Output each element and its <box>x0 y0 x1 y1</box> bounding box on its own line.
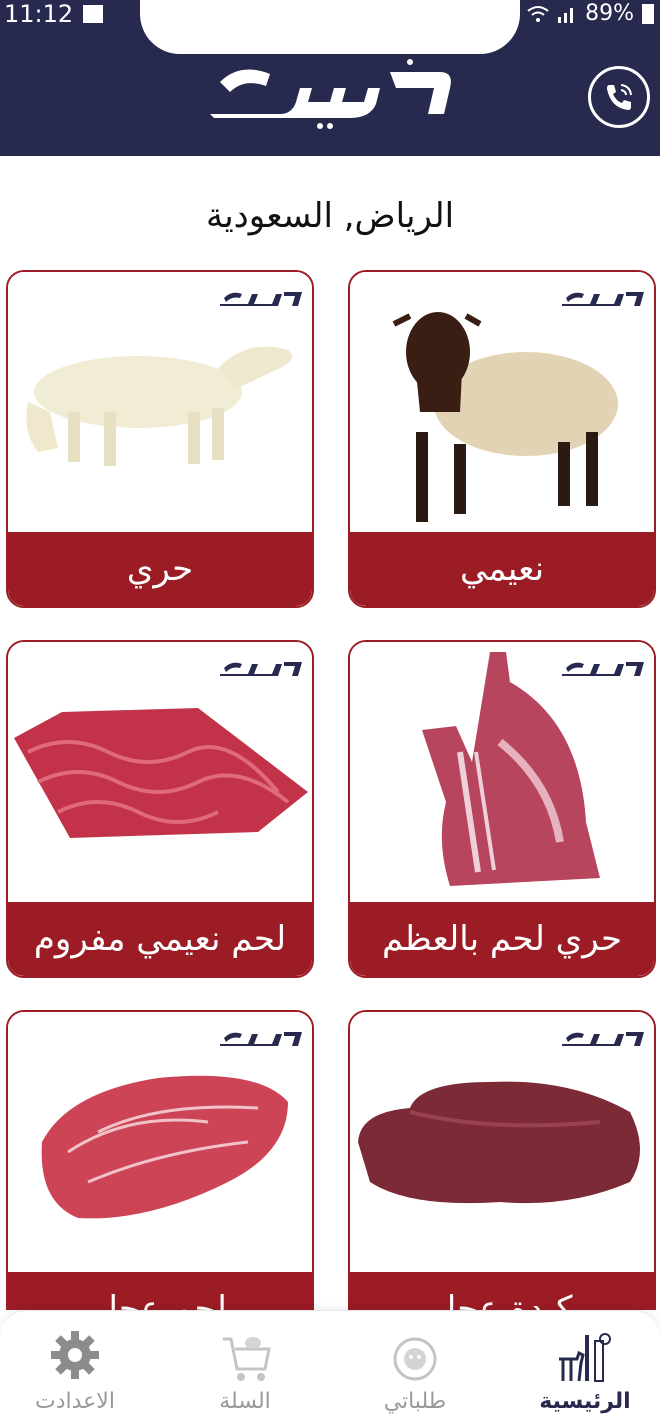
product-card-harri-bone-in[interactable]: حري لحم بالعظم <box>348 640 656 978</box>
product-card-naimi[interactable]: نعيمي <box>348 270 656 608</box>
gallery-notification-icon <box>83 5 104 23</box>
product-image <box>8 642 312 904</box>
minced-meat-image <box>14 708 308 838</box>
brand-mark-icon <box>220 662 302 676</box>
brand-mark-icon <box>562 292 644 306</box>
orders-sheep-icon <box>393 1337 437 1381</box>
battery-icon <box>642 4 654 24</box>
white-sheep-image <box>26 346 293 466</box>
product-label: لحم عجل <box>8 1272 312 1310</box>
brand-mark-icon <box>562 1032 644 1046</box>
product-image <box>8 1012 312 1274</box>
home-livestock-icon <box>559 1333 611 1382</box>
wifi-icon <box>527 6 549 22</box>
product-image <box>350 642 654 904</box>
product-label: كبدة عجل <box>350 1272 654 1310</box>
nav-settings[interactable]: الاعدادت <box>0 1311 150 1425</box>
call-button[interactable] <box>588 66 650 128</box>
nav-settings-label: الاعدادت <box>35 1389 115 1414</box>
steak-image <box>41 1075 288 1219</box>
status-bar-left: 11:12 <box>4 0 104 28</box>
nav-orders[interactable]: طلباتي <box>340 1311 490 1425</box>
product-image <box>8 272 312 534</box>
status-bar-right: 89% <box>527 0 654 28</box>
product-image <box>350 1012 654 1274</box>
liver-image <box>358 1081 640 1204</box>
product-label: نعيمي <box>350 532 654 606</box>
gear-icon <box>51 1331 99 1379</box>
phone-call-icon <box>607 84 632 110</box>
status-time: 11:12 <box>4 0 74 28</box>
bottom-navigation: الرئيسية طلباتي السلة الاعدادت <box>0 1310 660 1425</box>
product-label: لحم نعيمي مفروم <box>8 902 312 976</box>
product-card-minced-naimi[interactable]: لحم نعيمي مفروم <box>6 640 314 978</box>
sheep-image <box>392 312 618 522</box>
nav-home[interactable]: الرئيسية <box>510 1311 660 1425</box>
nav-cart[interactable]: السلة <box>170 1311 320 1425</box>
brand-mark-icon <box>220 1032 302 1046</box>
signal-icon <box>558 8 574 23</box>
cart-icon <box>223 1337 271 1381</box>
product-card-calf-liver[interactable]: كبدة عجل <box>348 1010 656 1310</box>
product-label: حري لحم بالعظم <box>350 902 654 976</box>
nav-cart-label: السلة <box>219 1389 271 1414</box>
product-image <box>350 272 654 534</box>
location-title: الرياض, السعودية <box>205 196 455 236</box>
battery-percent: 89% <box>585 1 634 26</box>
camera-notch <box>140 0 520 54</box>
nav-orders-label: طلباتي <box>383 1389 447 1414</box>
product-card-harri[interactable]: حري <box>6 270 314 608</box>
nav-home-label: الرئيسية <box>539 1389 631 1414</box>
product-card-calf-meat[interactable]: لحم عجل <box>6 1010 314 1310</box>
carcass-image <box>422 652 600 886</box>
brand-mark-icon <box>220 292 302 306</box>
product-grid: نعيمي حري حري لحم بالعظم لحم نعيمي مفروم… <box>0 270 660 1310</box>
app-logo <box>210 59 451 129</box>
app-header: 11:12 89% <box>0 0 660 156</box>
product-label: حري <box>8 532 312 606</box>
brand-mark-icon <box>562 662 644 676</box>
